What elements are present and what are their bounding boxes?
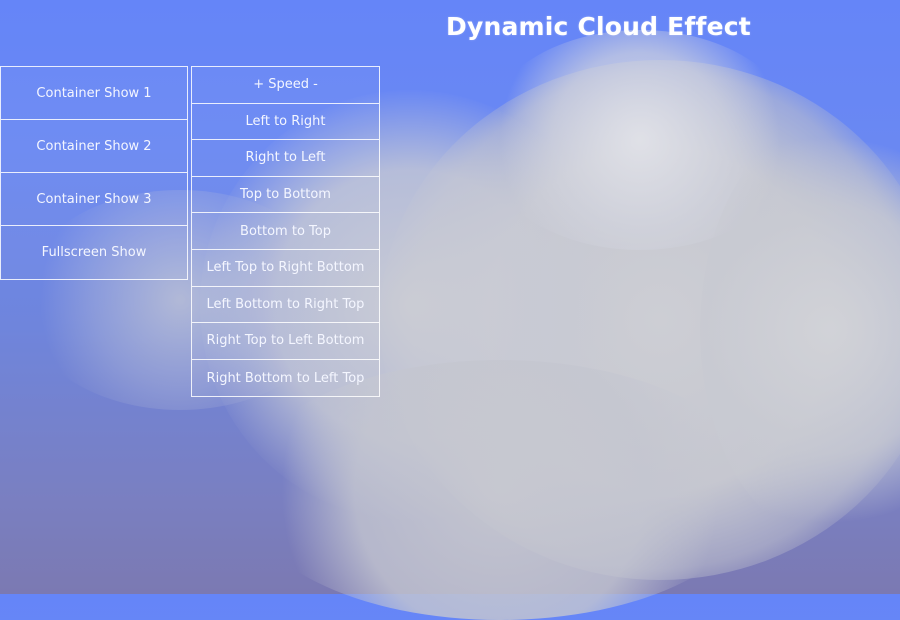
- bottom-to-top-button[interactable]: Bottom to Top: [192, 213, 379, 250]
- left-to-right-button[interactable]: Left to Right: [192, 103, 379, 141]
- show-mode-menu: Container Show 1 Container Show 2 Contai…: [0, 66, 188, 280]
- right-bottom-to-left-top-button[interactable]: Right Bottom to Left Top: [192, 359, 379, 397]
- right-top-to-left-bottom-button[interactable]: Right Top to Left Bottom: [192, 323, 379, 360]
- container-show-3-button[interactable]: Container Show 3: [1, 173, 187, 226]
- right-to-left-button[interactable]: Right to Left: [192, 140, 379, 177]
- container-show-2-button[interactable]: Container Show 2: [1, 120, 187, 173]
- speed-control-button[interactable]: + Speed -: [192, 67, 379, 104]
- top-to-bottom-button[interactable]: Top to Bottom: [192, 176, 379, 214]
- fullscreen-show-button[interactable]: Fullscreen Show: [1, 226, 187, 279]
- left-top-to-right-bottom-button[interactable]: Left Top to Right Bottom: [192, 249, 379, 287]
- direction-menu: + Speed - Left to Right Right to Left To…: [191, 66, 380, 398]
- left-bottom-to-right-top-button[interactable]: Left Bottom to Right Top: [192, 286, 379, 324]
- container-show-1-button[interactable]: Container Show 1: [1, 67, 187, 120]
- page-title: Dynamic Cloud Effect: [446, 12, 751, 41]
